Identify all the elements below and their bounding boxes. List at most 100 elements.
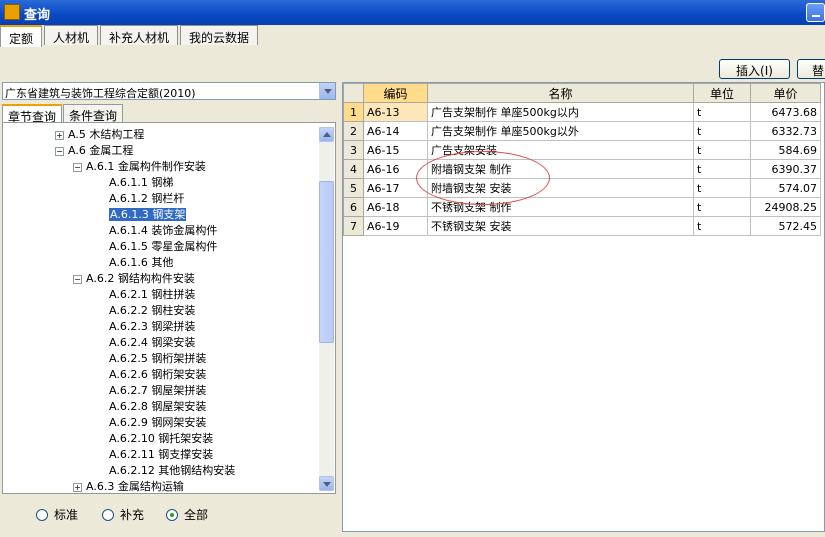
table-row[interactable]: 2 A6-14 广告支架制作 单座500kg以外 t 6332.73: [343, 121, 821, 141]
scroll-thumb[interactable]: [319, 181, 334, 343]
table-row[interactable]: 3 A6-15 广告支架安装 t 584.69: [343, 140, 821, 160]
tree-item[interactable]: A.6.2.4 钢梁安装: [109, 335, 195, 351]
scroll-down-icon[interactable]: [319, 476, 334, 491]
tab-my-cloud-data[interactable]: 我的云数据: [180, 25, 259, 45]
row-number-cell[interactable]: 6: [343, 197, 364, 217]
tree-item[interactable]: − A.6.1 金属构件制作安装: [73, 159, 206, 175]
tree-scrollbar[interactable]: [319, 127, 334, 491]
tree-item[interactable]: A.6.2.3 钢梁拼装: [109, 319, 195, 335]
header-name[interactable]: 名称: [427, 83, 694, 103]
radio-standard-dot[interactable]: [36, 508, 48, 521]
price-cell[interactable]: 6473.68: [750, 102, 821, 122]
tree-item[interactable]: A.6.1.3 钢支架: [109, 207, 187, 223]
tree-item-label: A.6 金属工程: [68, 144, 134, 157]
table-row[interactable]: 6 A6-18 不锈钢支架 制作 t 24908.25: [343, 197, 821, 217]
tree-item[interactable]: A.6.1.2 钢栏杆: [109, 191, 184, 207]
name-cell[interactable]: 广告支架制作 单座500kg以内: [427, 102, 694, 122]
radio-standard-label: 标准: [54, 508, 79, 522]
unit-cell[interactable]: t: [693, 102, 751, 122]
scroll-up-icon[interactable]: [319, 127, 334, 142]
tree-item-label: A.6.1.5 零星金属构件: [109, 240, 218, 253]
collapse-icon[interactable]: −: [73, 162, 82, 172]
name-cell[interactable]: 附墙钢支架 安装: [427, 178, 694, 198]
radio-supplement[interactable]: 补充: [102, 506, 144, 523]
tab-chapter-query[interactable]: 章节查询: [2, 104, 63, 124]
tree-item-label: A.6.1.6 其他: [109, 256, 174, 269]
tree-item[interactable]: A.6.2.5 钢桁架拼装: [109, 351, 206, 367]
tree-item[interactable]: A.6.2.10 钢托架安装: [109, 431, 213, 447]
row-number-cell[interactable]: 7: [343, 216, 364, 236]
tree-item[interactable]: A.6.1.6 其他: [109, 255, 173, 271]
code-cell[interactable]: A6-16: [363, 159, 428, 179]
table-row[interactable]: 7 A6-19 不锈钢支架 安装 t 572.45: [343, 216, 821, 236]
header-code[interactable]: 编码: [363, 83, 428, 103]
tree-item[interactable]: + A.5 木结构工程: [55, 127, 144, 143]
row-number-cell[interactable]: 2: [343, 121, 364, 141]
table-row[interactable]: 5 A6-17 附墙钢支架 安装 t 574.07: [343, 178, 821, 198]
tree-item[interactable]: A.6.2.12 其他钢结构安装: [109, 463, 235, 479]
price-cell[interactable]: 6332.73: [750, 121, 821, 141]
code-cell[interactable]: A6-14: [363, 121, 428, 141]
tree-item[interactable]: A.6.2.6 钢桁架安装: [109, 367, 206, 383]
radio-all-dot[interactable]: [166, 508, 178, 521]
expand-icon[interactable]: +: [55, 130, 64, 140]
code-cell[interactable]: A6-19: [363, 216, 428, 236]
minimize-button[interactable]: [806, 3, 825, 22]
code-cell[interactable]: A6-13: [363, 102, 428, 122]
table-row[interactable]: 4 A6-16 附墙钢支架 制作 t 6390.37: [343, 159, 821, 179]
table-row[interactable]: 1 A6-13 广告支架制作 单座500kg以内 t 6473.68: [343, 102, 821, 122]
unit-cell[interactable]: t: [693, 178, 751, 198]
price-cell[interactable]: 574.07: [750, 178, 821, 198]
tree-item-label: A.6.2.11 钢支撑安装: [109, 448, 214, 461]
collapse-icon[interactable]: −: [55, 146, 64, 156]
unit-cell[interactable]: t: [693, 216, 751, 236]
radio-standard[interactable]: 标准: [36, 506, 78, 523]
tree-item[interactable]: A.6.2.8 钢屋架安装: [109, 399, 206, 415]
tree-item[interactable]: + A.6.3 金属结构运输: [73, 479, 184, 493]
tree-item[interactable]: A.6.1.1 钢梯: [109, 175, 173, 191]
name-cell[interactable]: 附墙钢支架 制作: [427, 159, 694, 179]
replace-button[interactable]: 替: [797, 59, 825, 79]
radio-all[interactable]: 全部: [166, 506, 208, 523]
price-cell[interactable]: 6390.37: [750, 159, 821, 179]
name-cell[interactable]: 不锈钢支架 制作: [427, 197, 694, 217]
code-cell[interactable]: A6-15: [363, 140, 428, 160]
tree-item[interactable]: A.6.2.7 钢屋架拼装: [109, 383, 206, 399]
chevron-down-icon[interactable]: [319, 83, 335, 99]
tree-item[interactable]: A.6.1.5 零星金属构件: [109, 239, 217, 255]
name-cell[interactable]: 广告支架安装: [427, 140, 694, 160]
price-cell[interactable]: 584.69: [750, 140, 821, 160]
collapse-icon[interactable]: −: [73, 274, 82, 284]
header-unit[interactable]: 单位: [693, 83, 751, 103]
unit-cell[interactable]: t: [693, 121, 751, 141]
name-cell[interactable]: 广告支架制作 单座500kg以外: [427, 121, 694, 141]
code-cell[interactable]: A6-18: [363, 197, 428, 217]
tree-item[interactable]: A.6.2.11 钢支撑安装: [109, 447, 213, 463]
tab-quota[interactable]: 定额: [0, 25, 43, 47]
tab-supplementary-lmm[interactable]: 补充人材机: [100, 25, 179, 45]
insert-button[interactable]: 插入(I): [719, 59, 790, 79]
row-number-cell[interactable]: 1: [343, 102, 364, 122]
tree-item[interactable]: A.6.2.1 钢柱拼装: [109, 287, 195, 303]
tab-condition-query[interactable]: 条件查询: [63, 104, 124, 123]
tree-item[interactable]: A.6.2.2 钢柱安装: [109, 303, 195, 319]
quota-library-select[interactable]: 广东省建筑与装饰工程综合定额(2010): [2, 82, 336, 100]
expand-icon[interactable]: +: [73, 482, 82, 492]
price-cell[interactable]: 24908.25: [750, 197, 821, 217]
name-cell[interactable]: 不锈钢支架 安装: [427, 216, 694, 236]
tree-item[interactable]: A.6.1.4 装饰金属构件: [109, 223, 217, 239]
header-price[interactable]: 单价: [750, 83, 821, 103]
code-cell[interactable]: A6-17: [363, 178, 428, 198]
tree-item[interactable]: A.6.2.9 钢网架安装: [109, 415, 206, 431]
radio-supplement-dot[interactable]: [102, 508, 114, 521]
tab-labor-material-machine[interactable]: 人材机: [44, 25, 99, 45]
unit-cell[interactable]: t: [693, 197, 751, 217]
price-cell[interactable]: 572.45: [750, 216, 821, 236]
row-number-cell[interactable]: 3: [343, 140, 364, 160]
unit-cell[interactable]: t: [693, 159, 751, 179]
row-number-cell[interactable]: 4: [343, 159, 364, 179]
unit-cell[interactable]: t: [693, 140, 751, 160]
row-number-cell[interactable]: 5: [343, 178, 364, 198]
tree-item[interactable]: − A.6 金属工程: [55, 143, 133, 159]
tree-item[interactable]: − A.6.2 钢结构构件安装: [73, 271, 195, 287]
